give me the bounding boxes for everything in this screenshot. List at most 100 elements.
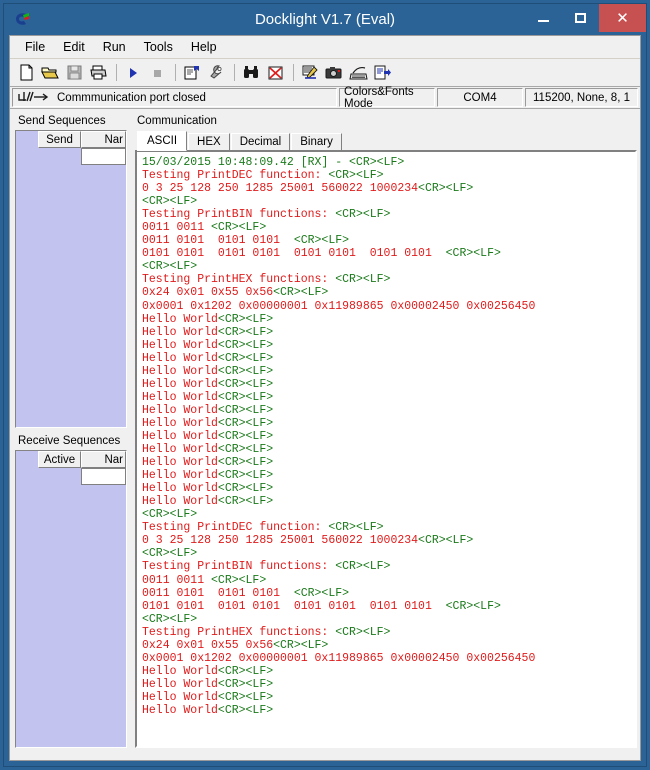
terminal-line: 0x24 0x01 0x55 0x56<CR><LF>: [142, 639, 633, 652]
terminal-line: Hello World<CR><LF>: [142, 404, 633, 417]
data-text: 0011 0011: [142, 221, 212, 235]
receive-sequences-row[interactable]: [16, 468, 126, 485]
com-port-panel[interactable]: COM4: [437, 88, 523, 107]
serial-params-panel[interactable]: 115200, None, 8, 1: [525, 88, 638, 107]
maximize-button[interactable]: [562, 4, 599, 32]
receive-sequences-grid[interactable]: Active Nar: [15, 450, 127, 748]
terminal-line: Testing PrintHEX functions: <CR><LF>: [142, 273, 633, 286]
terminal-line: Hello World<CR><LF>: [142, 469, 633, 482]
terminal-line: 0x0001 0x1202 0x00000001 0x11989865 0x00…: [142, 652, 633, 665]
new-file-icon: [20, 64, 32, 81]
toolbar-separator: [116, 64, 117, 81]
data-text: Testing PrintHEX functions:: [142, 625, 336, 639]
window-controls: ✕: [525, 4, 646, 32]
main-body: Send Sequences Send Nar Receive Sequence…: [10, 109, 640, 751]
send-sequences-row[interactable]: [16, 148, 126, 165]
data-text: Hello World: [142, 377, 218, 391]
find-binoculars-icon: [244, 66, 258, 78]
find-button[interactable]: [240, 62, 262, 84]
tab-ascii[interactable]: ASCII: [137, 131, 188, 151]
keyboard-console-button[interactable]: [347, 62, 369, 84]
data-text: Hello World: [142, 443, 218, 457]
data-text: 0101 0101 0101 0101 0101 0101 0101 0101: [142, 247, 446, 261]
tab-hex[interactable]: HEX: [188, 133, 230, 151]
save-file-button[interactable]: [63, 62, 85, 84]
data-text: 0 3 25 128 250 1285 25001 560022 1000234: [142, 182, 419, 196]
control-chars-text: <CR><LF>: [328, 521, 384, 535]
control-chars-text: <CR><LF>: [273, 286, 329, 300]
control-chars-text: <CR><LF>: [335, 625, 391, 639]
menu-edit[interactable]: Edit: [55, 38, 93, 56]
terminal-line: Hello World<CR><LF>: [142, 417, 633, 430]
terminal-line: 0011 0101 0101 0101 <CR><LF>: [142, 587, 633, 600]
menu-help[interactable]: Help: [183, 38, 225, 56]
title-bar[interactable]: Docklight V1.7 (Eval) ✕: [4, 4, 646, 35]
receive-name-column-header[interactable]: Nar: [81, 451, 126, 468]
terminal-line: Hello World<CR><LF>: [142, 352, 633, 365]
communication-column: Communication ASCII HEX Decimal Binary 1…: [135, 112, 637, 748]
open-file-icon: [41, 67, 59, 79]
status-bar: Commmunication port closed Colors&Fonts …: [10, 86, 640, 110]
terminal-line: 0 3 25 128 250 1285 25001 560022 1000234…: [142, 534, 633, 547]
colors-fonts-mode-panel[interactable]: Colors&Fonts Mode: [339, 86, 435, 110]
tools-wrench-button[interactable]: [205, 62, 227, 84]
serial-link-icon: [17, 90, 51, 106]
maximize-icon: [575, 13, 586, 23]
control-chars-text: <CR><LF>: [142, 508, 198, 522]
terminal-line: 0 3 25 128 250 1285 25001 560022 1000234…: [142, 182, 633, 195]
terminal-line: Hello World<CR><LF>: [142, 495, 633, 508]
control-chars-text: <CR><LF>: [142, 547, 198, 561]
send-sequences-grid[interactable]: Send Nar: [15, 130, 127, 428]
clear-communication-button[interactable]: [264, 62, 286, 84]
control-chars-text: <CR><LF>: [335, 208, 391, 222]
new-file-button[interactable]: [15, 62, 37, 84]
menu-file[interactable]: File: [17, 38, 53, 56]
print-icon: [90, 65, 107, 80]
data-text: Hello World: [142, 677, 218, 691]
close-button[interactable]: ✕: [599, 4, 646, 32]
data-text: 0x24 0x01 0x55 0x56: [142, 286, 274, 300]
send-name-edit-cell[interactable]: [81, 148, 126, 165]
terminal-line: Hello World<CR><LF>: [142, 326, 633, 339]
snapshot-button[interactable]: [323, 62, 345, 84]
stop-communication-icon: [154, 69, 161, 77]
minimize-button[interactable]: [525, 4, 562, 32]
control-chars-text: <CR><LF>: [217, 377, 274, 391]
terminal-line: 0011 0011 <CR><LF>: [142, 221, 633, 234]
terminal-line: Testing PrintDEC function: <CR><LF>: [142, 169, 633, 182]
minimize-icon: [538, 20, 549, 22]
data-text: Hello World: [142, 403, 218, 417]
send-file-button[interactable]: [371, 62, 393, 84]
receive-name-edit-cell[interactable]: [81, 468, 126, 485]
data-text: 0011 0101 0101 0101: [142, 586, 294, 600]
terminal-line: Hello World<CR><LF>: [142, 482, 633, 495]
stop-communication-button[interactable]: [146, 62, 168, 84]
data-text: Hello World: [142, 351, 218, 365]
data-text: Testing PrintBIN functions:: [142, 560, 336, 574]
open-file-button[interactable]: [39, 62, 61, 84]
terminal-line: 0011 0101 0101 0101 <CR><LF>: [142, 234, 633, 247]
project-settings-button[interactable]: [181, 62, 203, 84]
send-name-column-header[interactable]: Nar: [81, 131, 126, 148]
tab-decimal[interactable]: Decimal: [230, 133, 291, 151]
data-text: 0011 0101 0101 0101: [142, 234, 294, 248]
control-chars-text: <CR><LF>: [217, 456, 274, 470]
control-chars-text: <CR><LF>: [273, 638, 329, 652]
data-text: Hello World: [142, 495, 218, 509]
terminal-output[interactable]: 15/03/2015 10:48:09.42 [RX] - <CR><LF> Te…: [139, 154, 633, 744]
menu-tools[interactable]: Tools: [136, 38, 181, 56]
connection-status-text: Commmunication port closed: [57, 91, 206, 104]
data-text: 0x24 0x01 0x55 0x56: [142, 638, 274, 652]
terminal-line: 0101 0101 0101 0101 0101 0101 0101 0101 …: [142, 600, 633, 613]
control-chars-text: <CR><LF>: [217, 416, 274, 430]
edit-mode-button[interactable]: [299, 62, 321, 84]
send-column-header[interactable]: Send: [38, 131, 81, 148]
tab-binary[interactable]: Binary: [291, 133, 342, 151]
start-communication-button[interactable]: [122, 62, 144, 84]
print-button[interactable]: [87, 62, 109, 84]
active-column-header[interactable]: Active: [38, 451, 81, 468]
menu-run[interactable]: Run: [95, 38, 134, 56]
docklight-logo-icon: [11, 8, 33, 30]
communication-output-panel[interactable]: 15/03/2015 10:48:09.42 [RX] - <CR><LF> Te…: [135, 150, 637, 748]
project-settings-icon: [184, 66, 199, 80]
